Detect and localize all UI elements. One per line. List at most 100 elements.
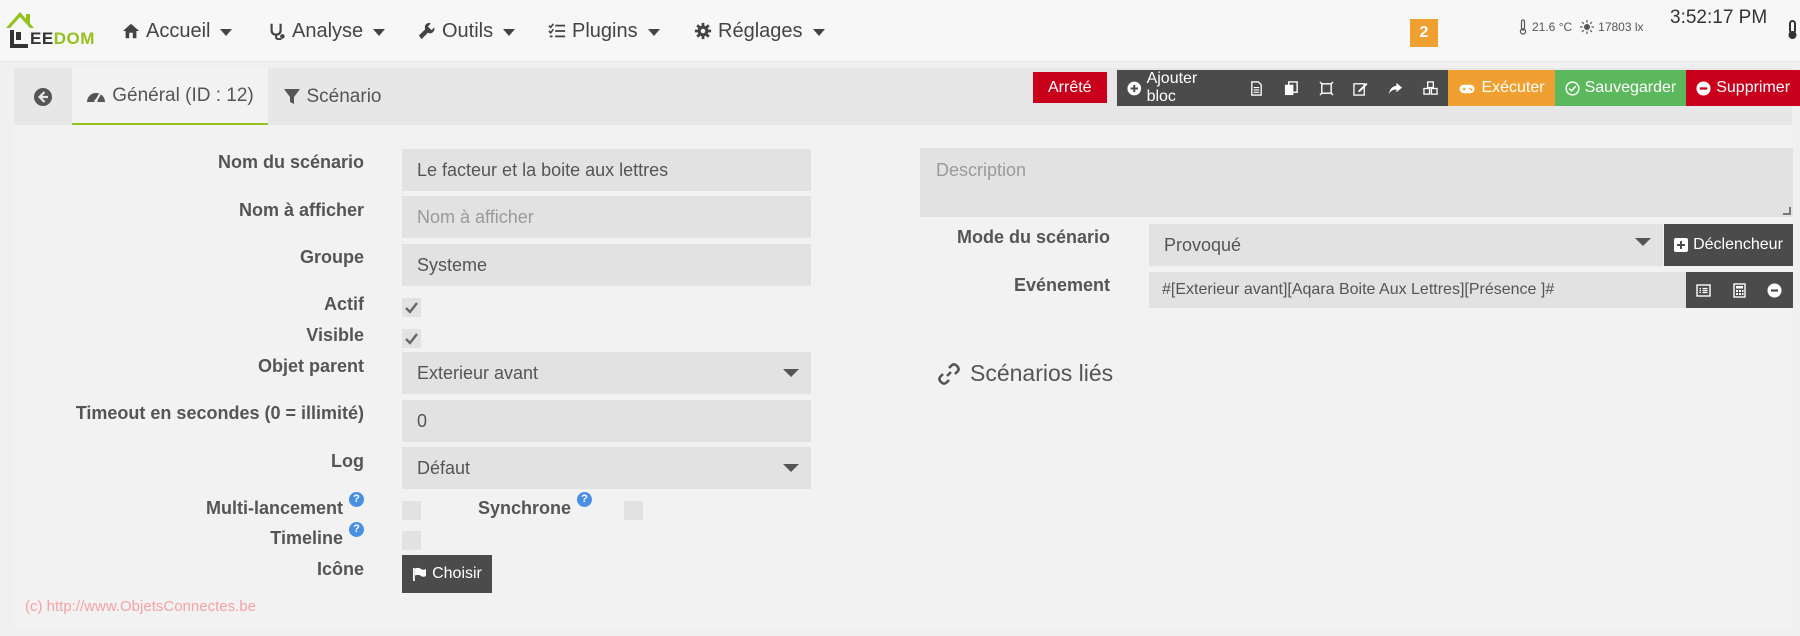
scenario-name-input[interactable]: Le facteur et la boite aux lettres xyxy=(402,149,811,191)
nav-analyse[interactable]: Analyse xyxy=(268,0,386,62)
chevron-down-icon xyxy=(503,29,516,36)
chevron-down-icon xyxy=(220,29,233,36)
parent-object-label: Objet parent xyxy=(257,356,364,376)
chevron-down-icon xyxy=(1635,238,1651,246)
nav-outils[interactable]: Outils xyxy=(418,0,516,62)
share-icon xyxy=(1389,82,1403,94)
tab-scenario[interactable]: Scénario xyxy=(268,68,396,125)
resize-grip-icon[interactable] xyxy=(1783,207,1791,215)
multi-launch-text: Multi-lancement xyxy=(205,498,343,518)
timeout-input[interactable]: 0 xyxy=(402,400,811,442)
help-icon[interactable]: ? xyxy=(349,522,364,537)
tab-scenario-label: Scénario xyxy=(306,85,382,107)
parent-object-value: Exterieur avant xyxy=(417,363,539,383)
help-icon[interactable]: ? xyxy=(577,492,593,507)
tab-general-label: Général (ID : 12) xyxy=(112,84,254,106)
nav-plugins[interactable]: Plugins xyxy=(548,0,660,62)
tasks-icon xyxy=(548,23,566,38)
execute-label: Exécuter xyxy=(1481,79,1545,96)
jeedom-logo[interactable]: EEDOM xyxy=(4,6,96,50)
synchronous-text: Synchrone xyxy=(478,498,572,518)
multi-launch-label: Multi-lancement? xyxy=(205,492,364,519)
calculator-button[interactable] xyxy=(1722,272,1758,308)
active-label: Actif xyxy=(324,294,364,314)
display-name-label: Nom à afficher xyxy=(238,200,364,220)
description-textarea[interactable]: Description xyxy=(920,148,1793,217)
copy-icon xyxy=(1284,80,1298,95)
delete-button[interactable]: Supprimer xyxy=(1686,70,1800,106)
tab-back[interactable] xyxy=(14,68,72,125)
synchronous-checkbox[interactable] xyxy=(624,501,643,520)
log-value: Défaut xyxy=(417,458,471,478)
description-placeholder: Description xyxy=(936,160,1027,180)
tab-general[interactable]: Général (ID : 12) xyxy=(72,68,268,125)
duplicate-button[interactable] xyxy=(1273,70,1309,106)
gamepad-icon xyxy=(1459,84,1475,93)
event-actions xyxy=(1686,272,1793,308)
plus-square-icon xyxy=(1674,238,1689,252)
clock: 3:52:17 PM xyxy=(1670,7,1768,28)
share-button[interactable] xyxy=(1378,70,1414,106)
checkmark-icon xyxy=(405,302,418,314)
mode-select[interactable]: Provoqué xyxy=(1149,224,1663,266)
multi-launch-checkbox[interactable] xyxy=(402,501,421,520)
home-icon xyxy=(122,23,140,39)
remove-trigger-button[interactable] xyxy=(1757,272,1793,308)
trigger-label: Déclencheur xyxy=(1693,236,1783,253)
select-command-button[interactable] xyxy=(1686,272,1722,308)
synchronous-label: Synchrone? xyxy=(478,492,593,519)
nav-accueil[interactable]: Accueil xyxy=(122,0,233,62)
cube-icon xyxy=(1318,80,1334,96)
log-select[interactable]: Défaut xyxy=(402,447,811,489)
stethoscope-icon xyxy=(270,23,285,40)
visible-checkbox[interactable] xyxy=(402,329,421,348)
top-navbar: EEDOM Accueil Analyse Outils Plugins Rég… xyxy=(0,0,1800,62)
active-checkbox[interactable] xyxy=(402,298,421,317)
temperature-value: 21.6 °C xyxy=(1532,20,1573,34)
watermark: (c) http://www.ObjetsConnectes.be xyxy=(25,598,256,615)
group-input[interactable]: Systeme xyxy=(402,244,811,286)
nav-reglages[interactable]: Réglages xyxy=(694,0,825,62)
execute-button[interactable]: Exécuter xyxy=(1448,70,1555,106)
nav-accueil-label: Accueil xyxy=(146,19,211,42)
template-button[interactable] xyxy=(1308,70,1344,106)
add-trigger-button[interactable]: Déclencheur xyxy=(1664,224,1793,266)
choose-label: Choisir xyxy=(432,565,482,582)
delete-label: Supprimer xyxy=(1716,79,1791,96)
linked-scenarios-label: Scénarios liés xyxy=(970,360,1114,386)
thermometer-icon[interactable] xyxy=(1782,20,1800,40)
text-export-button[interactable] xyxy=(1238,70,1274,106)
dependencies-button[interactable] xyxy=(1413,70,1449,106)
parent-object-select[interactable]: Exterieur avant xyxy=(402,352,811,394)
mode-label: Mode du scénario xyxy=(956,227,1110,247)
timeline-checkbox[interactable] xyxy=(402,531,421,550)
checkmark-icon xyxy=(405,333,418,345)
link-icon xyxy=(938,362,960,385)
logo-text-green: DOM xyxy=(53,29,95,48)
save-button[interactable]: Sauvegarder xyxy=(1554,70,1687,106)
chevron-down-icon xyxy=(812,29,825,36)
wrench-icon xyxy=(418,22,435,40)
notification-badge[interactable]: 2 xyxy=(1410,19,1438,47)
scenario-name-label: Nom du scénario xyxy=(217,152,364,172)
add-block-button[interactable]: Ajouter bloc xyxy=(1117,70,1239,106)
edit-button[interactable] xyxy=(1343,70,1379,106)
nav-plugins-label: Plugins xyxy=(572,19,638,42)
display-name-input[interactable]: Nom à afficher xyxy=(402,196,811,238)
status-badge[interactable]: Arrêté xyxy=(1033,72,1107,103)
choose-icon-button[interactable]: Choisir xyxy=(402,555,492,593)
help-icon[interactable]: ? xyxy=(349,492,364,507)
log-label: Log xyxy=(331,451,364,471)
list-alt-icon xyxy=(1696,283,1711,297)
weather-widget: 21.6 °C 17803 lx xyxy=(1518,19,1644,35)
minus-circle-icon xyxy=(1696,80,1711,96)
nav-reglages-label: Réglages xyxy=(718,19,803,42)
chevron-down-icon xyxy=(373,29,386,36)
nav-outils-label: Outils xyxy=(442,19,494,42)
event-label: Evénement xyxy=(1013,275,1110,295)
file-text-icon xyxy=(1250,80,1262,96)
nav-analyse-label: Analyse xyxy=(292,19,364,42)
chevron-down-icon xyxy=(647,29,660,36)
save-label: Sauvegarder xyxy=(1584,79,1677,96)
event-input[interactable]: #[Exterieur avant][Aqara Boite Aux Lettr… xyxy=(1149,272,1686,308)
